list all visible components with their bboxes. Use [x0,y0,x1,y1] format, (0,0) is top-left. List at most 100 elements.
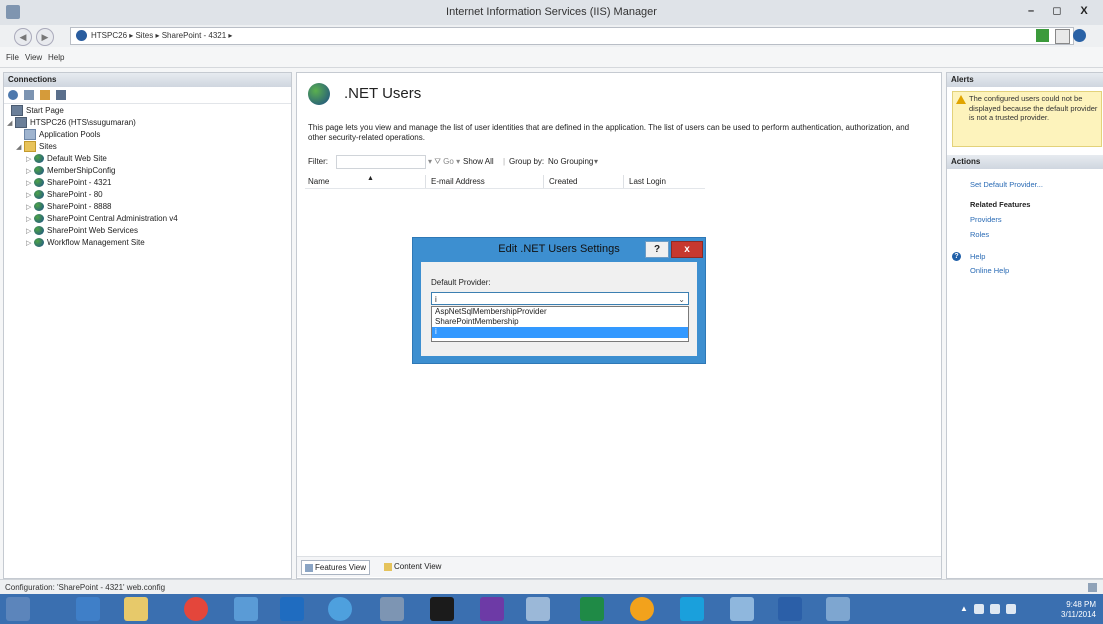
group-by-label: Group by: [509,157,545,166]
internet-explorer-icon[interactable] [328,597,352,621]
disconnect-icon[interactable] [56,90,66,100]
remote-desktop-icon[interactable] [234,597,258,621]
collapse-icon[interactable]: ◢ [16,142,24,154]
connections-toolbar [4,87,291,104]
globe-icon [34,178,44,188]
window-title: Internet Information Services (IIS) Mana… [446,6,657,18]
chevron-down-icon[interactable]: ⌄ [678,293,685,306]
globe-icon [76,30,87,41]
action-center-icon[interactable] [1006,604,1016,614]
start-page-icon [11,105,23,117]
stop-icon[interactable] [1055,29,1070,44]
tree-item-site[interactable]: ▷ SharePoint - 80 [26,189,103,201]
excel-icon[interactable] [580,597,604,621]
restore-button[interactable]: ◻ [1046,3,1068,20]
paint-icon[interactable] [730,597,754,621]
menu-file[interactable]: File [6,53,19,62]
visual-studio-icon[interactable] [480,597,504,621]
dialog-close-button[interactable]: x [671,241,703,258]
help-link[interactable]: Help [970,252,985,261]
globe-icon [34,202,44,212]
go-icon[interactable]: ▾ ⛛ Go ▾ [428,157,460,167]
sql-management-icon[interactable] [526,597,550,621]
expand-icon[interactable]: ▷ [26,238,34,250]
menu-help[interactable]: Help [48,53,64,62]
tree-item-site[interactable]: ▷ SharePoint - 8888 [26,201,112,213]
column-separator [623,175,624,188]
roles-link[interactable]: Roles [970,230,989,239]
command-prompt-icon[interactable] [430,597,454,621]
tree-item-site[interactable]: ▷ SharePoint - 4321 [26,177,112,189]
tree-item-sites[interactable]: ◢ Sites [16,141,57,153]
save-icon[interactable] [24,90,34,100]
network-icon[interactable] [974,604,984,614]
tree-item-site[interactable]: ▷ Default Web Site [26,153,107,165]
tree-item-site[interactable]: ▷ SharePoint Central Administration v4 [26,213,178,225]
menu-view[interactable]: View [25,53,42,62]
table-header: Name ▲ E-mail Address Created Last Login [305,175,705,189]
default-provider-dropdown-list: AspNetSqlMembershipProvider SharePointMe… [431,306,689,342]
powershell-icon[interactable] [76,597,100,621]
collapse-icon[interactable]: ◢ [7,118,15,130]
tree-item-site[interactable]: ▷ SharePoint Web Services [26,225,138,237]
outlook-icon[interactable] [280,597,304,621]
net-users-icon [308,83,330,105]
show-all-button[interactable]: Show All [463,157,494,166]
show-hidden-icons[interactable]: ▲ [960,604,968,613]
refresh-icon[interactable] [1036,29,1049,42]
back-arrow-icon[interactable]: ◀ [14,28,32,46]
column-header-created[interactable]: Created [549,177,577,186]
breadcrumb-path: HTSPC26 ▸ Sites ▸ SharePoint - 4321 ▸ [91,31,233,40]
tab-content-view[interactable]: Content View [381,560,444,573]
online-help-link[interactable]: Online Help [970,266,1009,275]
breadcrumb[interactable]: HTSPC26 ▸ Sites ▸ SharePoint - 4321 ▸ [70,27,1074,45]
clock-date[interactable]: 3/11/2014 [1061,610,1096,619]
help-menu-icon[interactable] [1073,29,1086,42]
minimize-button[interactable]: – [1020,3,1042,20]
forward-arrow-icon[interactable]: ▶ [36,28,54,46]
dialog-help-button[interactable]: ? [645,241,669,258]
tree-item-server[interactable]: ◢ HTSPC26 (HTS\ssugumaran) [7,117,136,129]
dropdown-option[interactable]: AspNetSqlMembershipProvider [432,307,688,317]
tree-item-site[interactable]: ▷ Workflow Management Site [26,237,145,249]
skype-icon[interactable] [680,597,704,621]
providers-link[interactable]: Providers [970,215,1002,224]
column-header-last-login[interactable]: Last Login [629,177,666,186]
tab-features-view[interactable]: Features View [301,560,370,575]
file-explorer-icon[interactable] [124,597,148,621]
content-view-icon [384,562,392,571]
dialog-body: Default Provider: i ⌄ AspNetSqlMembershi… [421,262,697,356]
connect-icon[interactable] [8,90,18,100]
default-provider-select[interactable]: i ⌄ [431,292,689,305]
firefox-icon[interactable] [630,597,654,621]
page-description: This page lets you view and manage the l… [308,123,910,142]
group-by-select[interactable]: No Grouping [548,157,593,166]
sort-ascending-icon: ▲ [367,175,374,182]
default-provider-value: i [435,295,437,304]
chevron-down-icon[interactable]: ▾ [594,157,598,166]
column-header-name[interactable]: Name [308,177,329,186]
actions-panel: Alerts The configured users could not be… [946,72,1103,579]
default-provider-label: Default Provider: [431,278,491,287]
set-default-provider-link[interactable]: Set Default Provider... [970,180,1043,189]
network-status-icon [1088,583,1097,592]
clock-time[interactable]: 9:48 PM [1066,600,1096,609]
column-separator [425,175,426,188]
server-manager-icon[interactable] [6,597,30,621]
dropdown-option[interactable]: SharePointMembership [432,317,688,327]
iis-manager-icon[interactable] [380,597,404,621]
tree-item-start-page[interactable]: Start Page [11,105,64,117]
tree-item-site[interactable]: ▷ MemberShipConfig [26,165,115,177]
column-header-email[interactable]: E-mail Address [431,177,485,186]
volume-icon[interactable] [990,604,1000,614]
dropdown-option-selected[interactable]: i [432,327,688,338]
chrome-icon[interactable] [184,597,208,621]
connections-header: Connections [4,73,291,87]
close-window-button[interactable]: X [1073,3,1095,20]
word-icon[interactable] [778,597,802,621]
tree-item-application-pools[interactable]: Application Pools [24,129,100,141]
related-features-heading: Related Features [970,200,1031,209]
up-icon[interactable] [40,90,50,100]
filter-input[interactable] [336,155,426,169]
network-tool-icon[interactable] [826,597,850,621]
